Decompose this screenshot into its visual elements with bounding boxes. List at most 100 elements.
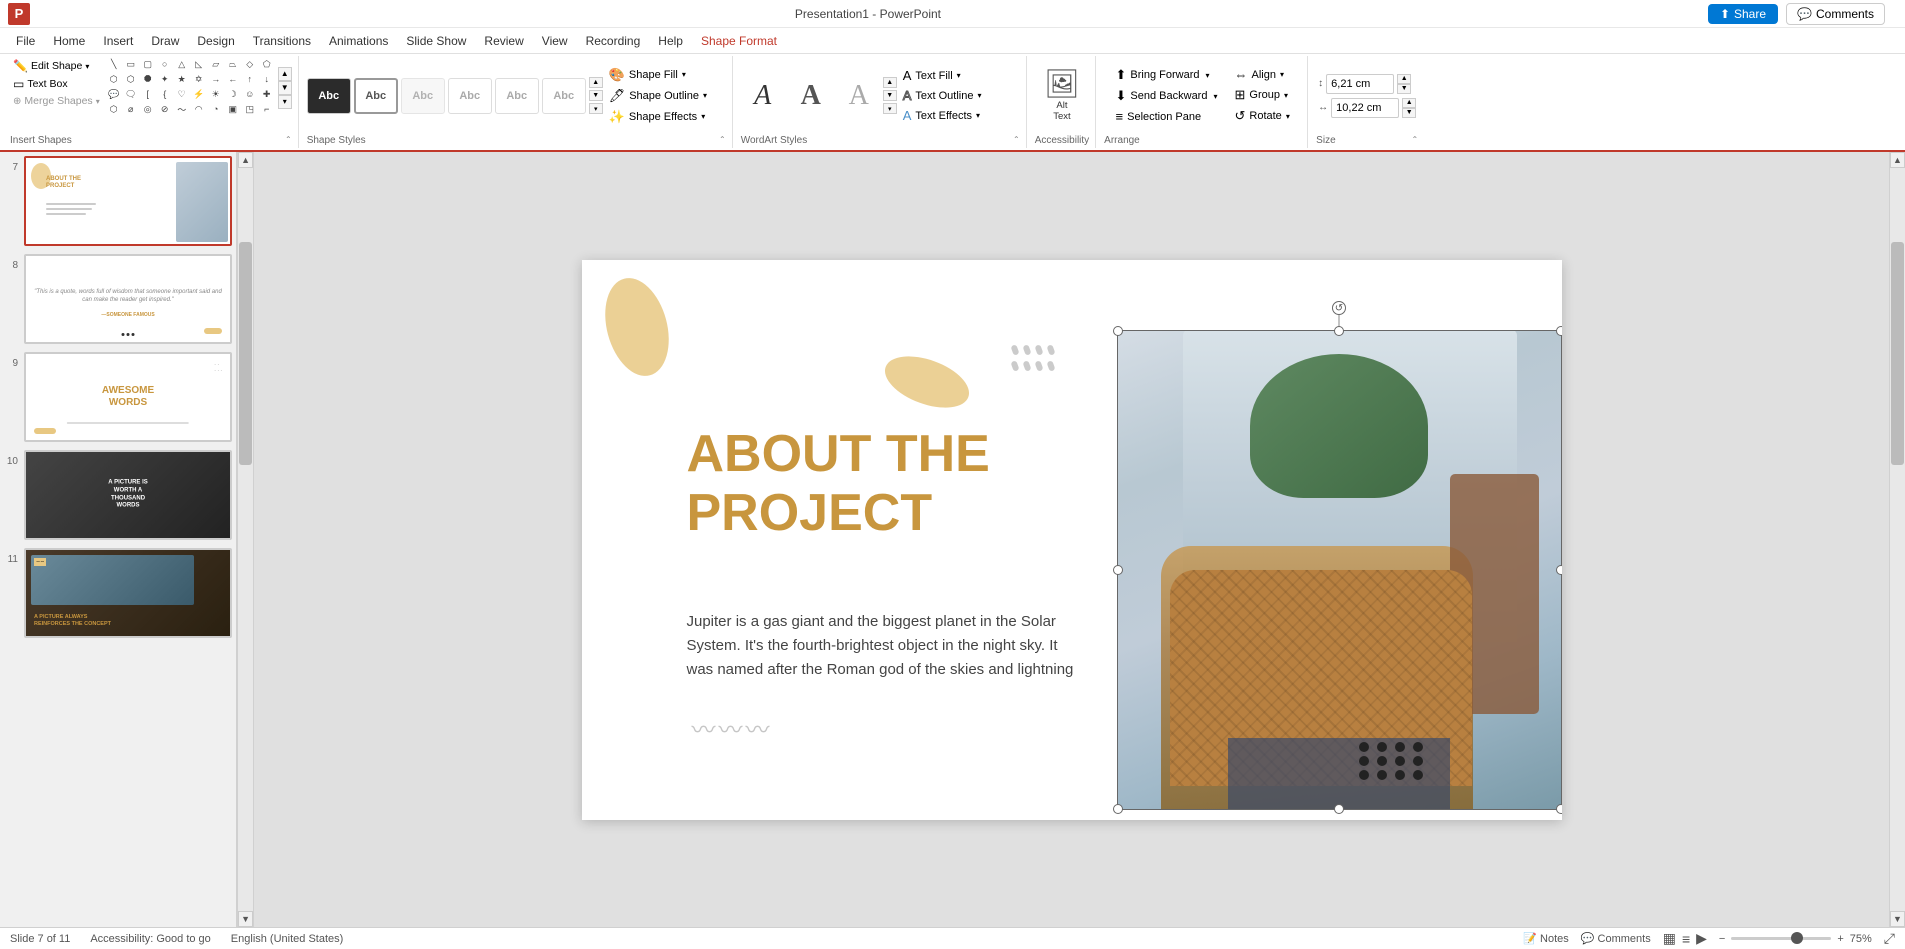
shape-round-rect[interactable]: ▢ <box>141 58 155 70</box>
bring-forward-button[interactable]: ⬆ Bring Forward ▾ <box>1111 65 1223 85</box>
slide-scroll-down[interactable]: ▼ <box>238 911 253 927</box>
menu-view[interactable]: View <box>534 32 576 50</box>
shape-fill-dropdown[interactable]: ▾ <box>682 70 686 79</box>
wa-swatch-2[interactable]: A <box>789 78 833 114</box>
shape-outline-button[interactable]: 🖊 Shape Outline ▾ <box>606 86 726 106</box>
style-swatch-dark[interactable]: Abc <box>307 78 351 114</box>
width-spin-down[interactable]: ▼ <box>1402 108 1416 118</box>
slideshow-btn[interactable]: ▶ <box>1696 930 1707 947</box>
slide-img-11[interactable]: A PICTURE ALWAYSREINFORCES THE CONCEPT ∼… <box>24 548 232 638</box>
edit-shape-button[interactable]: ✏️ Edit Shape ▾ <box>10 58 103 74</box>
text-effects-button[interactable]: A Text Effects ▾ <box>900 106 1020 125</box>
share-button[interactable]: ⬆ Share <box>1708 4 1778 24</box>
slide-thumb-8[interactable]: 8 "This is a quote, words full of wisdom… <box>4 254 232 344</box>
slide-canvas[interactable]: 〰〰〰 ABOUT THEPROJECT Jupiter is a gas gi… <box>582 260 1562 820</box>
shape-star6[interactable]: ✡ <box>192 73 206 85</box>
shape-arrow-r[interactable]: → <box>209 73 223 85</box>
style-swatch-plain2[interactable]: Abc <box>495 78 539 114</box>
slide-img-7[interactable]: ABOUT THEPROJECT <box>24 156 232 246</box>
zoom-slider[interactable] <box>1731 937 1831 940</box>
style-scroll-more[interactable]: ▾ <box>589 103 603 114</box>
canvas-scroll-up[interactable]: ▲ <box>1890 152 1905 168</box>
shape-rect[interactable]: ▭ <box>124 58 138 70</box>
style-swatch-outline[interactable]: Abc <box>354 78 398 114</box>
menu-transitions[interactable]: Transitions <box>245 32 319 50</box>
shape-corner[interactable]: ⌐ <box>260 103 274 115</box>
shape-pentagon[interactable]: ⬠ <box>260 58 274 70</box>
slide-thumb-7[interactable]: 7 ABOUT THEPROJECT <box>4 156 232 246</box>
style-scroll-down[interactable]: ▼ <box>589 90 603 101</box>
shape-smiley[interactable]: ☺ <box>243 88 257 100</box>
shape-pie[interactable]: ◔ <box>209 103 223 115</box>
menu-insert[interactable]: Insert <box>95 32 141 50</box>
shape-octagon[interactable]: ⯃ <box>141 73 155 85</box>
bring-forward-dropdown[interactable]: ▾ <box>1206 71 1210 80</box>
zoom-out-btn[interactable]: − <box>1719 933 1725 945</box>
menu-animations[interactable]: Animations <box>321 32 396 50</box>
shape-trapezoid[interactable]: ⏢ <box>226 58 240 70</box>
shape-rt-triangle[interactable]: ◺ <box>192 58 206 70</box>
wa-swatch-3[interactable]: A <box>837 78 881 114</box>
wordart-expand[interactable]: ⌃ <box>1013 135 1020 144</box>
rotate-button[interactable]: ↺ Rotate ▾ <box>1229 106 1294 126</box>
wa-scroll-more[interactable]: ▾ <box>883 103 897 114</box>
text-outline-button[interactable]: A Text Outline ▾ <box>900 86 1020 105</box>
send-backward-button[interactable]: ⬇ Send Backward ▾ <box>1111 86 1223 106</box>
text-fill-button[interactable]: A Text Fill ▾ <box>900 66 1020 85</box>
width-input[interactable] <box>1331 98 1399 118</box>
shapes-scroll-up[interactable]: ▲ <box>278 67 292 81</box>
wa-scroll-down[interactable]: ▼ <box>883 90 897 101</box>
wa-scroll-up[interactable]: ▲ <box>883 77 897 88</box>
menu-shapeformat[interactable]: Shape Format <box>693 32 785 50</box>
menu-file[interactable]: File <box>8 32 43 50</box>
size-expand[interactable]: ⌃ <box>1411 135 1418 144</box>
align-button[interactable]: ⇔ Align ▾ <box>1229 65 1294 84</box>
slide-image-container[interactable]: ↺ <box>1107 320 1562 810</box>
shape-moon[interactable]: ☽ <box>226 88 240 100</box>
text-box-button[interactable]: ▭ Text Box <box>10 76 103 92</box>
menu-recording[interactable]: Recording <box>578 32 649 50</box>
shapes-scroll-down[interactable]: ▼ <box>278 81 292 95</box>
width-spin-up[interactable]: ▲ <box>1402 98 1416 108</box>
height-spin-up[interactable]: ▲ <box>1397 74 1411 84</box>
send-backward-dropdown[interactable]: ▾ <box>1213 92 1217 101</box>
rotate-dropdown[interactable]: ▾ <box>1286 112 1290 121</box>
shape-effects-button[interactable]: ✨ Shape Effects ▾ <box>606 107 726 127</box>
rotate-handle[interactable]: ↺ <box>1332 301 1346 315</box>
normal-view-btn[interactable]: ▦ <box>1663 930 1676 947</box>
shape-donut[interactable]: ◎ <box>141 103 155 115</box>
notes-btn[interactable]: 📝 Notes <box>1523 932 1569 945</box>
style-scroll-up[interactable]: ▲ <box>589 77 603 88</box>
shape-heart[interactable]: ♡ <box>175 88 189 100</box>
shape-heptagon[interactable]: ⬡ <box>124 73 138 85</box>
comments-btn[interactable]: 💬 Comments <box>1581 932 1651 945</box>
shape-callout1[interactable]: 💬 <box>107 88 121 100</box>
style-swatch-plain1[interactable]: Abc <box>448 78 492 114</box>
align-dropdown[interactable]: ▾ <box>1280 70 1284 79</box>
shape-chord[interactable]: ◠ <box>192 103 206 115</box>
menu-review[interactable]: Review <box>476 32 531 50</box>
shape-arrow-d[interactable]: ↓ <box>260 73 274 85</box>
slide-img-10[interactable]: A PICTURE ISWORTH ATHOUSANDWORDS <box>24 450 232 540</box>
shape-effects-dropdown[interactable]: ▾ <box>701 112 705 121</box>
menu-draw[interactable]: Draw <box>143 32 187 50</box>
slide-thumb-9[interactable]: 9 AWESOMEWORDS · ·· · · <box>4 352 232 442</box>
style-swatch-plain3[interactable]: Abc <box>542 78 586 114</box>
slide-img-8[interactable]: "This is a quote, words full of wisdom t… <box>24 254 232 344</box>
slide-thumb-11[interactable]: 11 A PICTURE ALWAYSREINFORCES THE CONCEP… <box>4 548 232 638</box>
text-effects-dropdown[interactable]: ▾ <box>976 111 980 120</box>
menu-help[interactable]: Help <box>650 32 691 50</box>
menu-slideshow[interactable]: Slide Show <box>398 32 474 50</box>
slide-scroll-up[interactable]: ▲ <box>238 152 253 168</box>
menu-design[interactable]: Design <box>189 32 242 50</box>
shape-star5[interactable]: ★ <box>175 73 189 85</box>
zoom-in-btn[interactable]: + <box>1837 933 1843 945</box>
shape-brace[interactable]: { <box>158 88 172 100</box>
shape-styles-expand[interactable]: ⌃ <box>719 135 726 144</box>
shape-arrow-u[interactable]: ↑ <box>243 73 257 85</box>
shape-hexagon[interactable]: ⬡ <box>107 73 121 85</box>
group-button[interactable]: ⊞ Group ▾ <box>1229 85 1294 105</box>
canvas-scroll-down[interactable]: ▼ <box>1890 911 1905 927</box>
shape-diamond[interactable]: ◇ <box>243 58 257 70</box>
alt-text-button[interactable]: 🖼 AltText <box>1040 68 1084 124</box>
